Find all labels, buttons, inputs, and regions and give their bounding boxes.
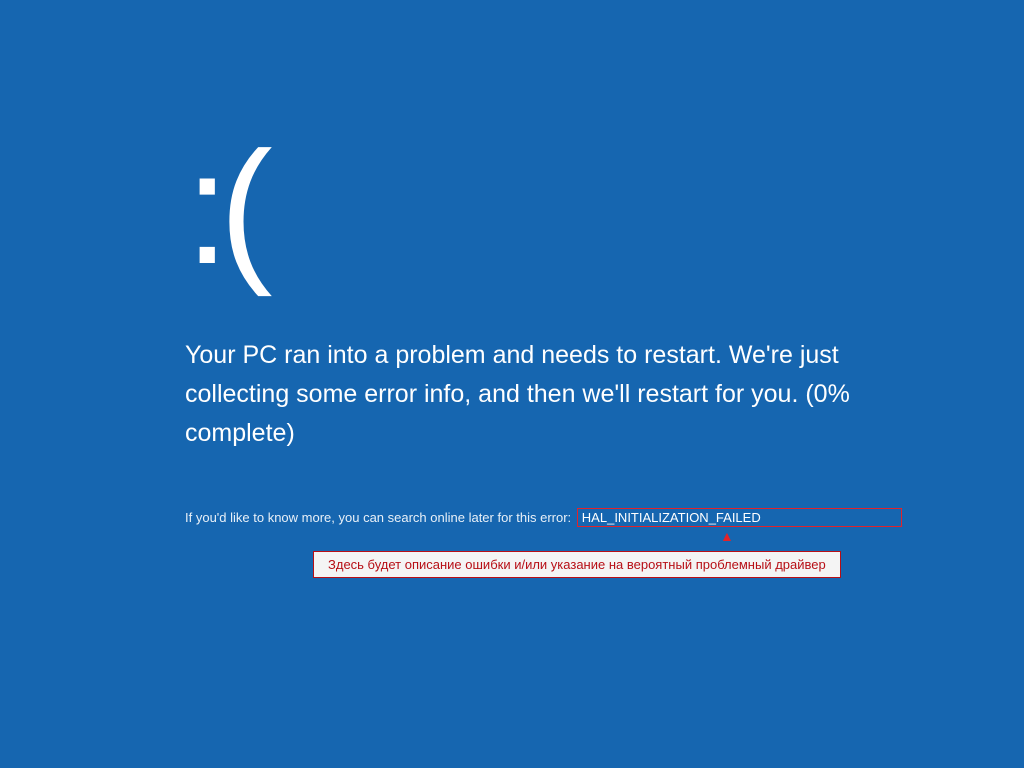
- error-detail-prefix: If you'd like to know more, you can sear…: [185, 510, 571, 525]
- error-code-highlight: HAL_INITIALIZATION_FAILED: [577, 508, 902, 527]
- annotation-arrow-icon: ▲: [720, 529, 734, 543]
- error-detail-line: If you'd like to know more, you can sear…: [185, 508, 1024, 527]
- bsod-screen: :( Your PC ran into a problem and needs …: [0, 0, 1024, 768]
- sad-face-emoticon: :(: [185, 128, 1024, 288]
- error-message: Your PC ran into a problem and needs to …: [185, 336, 945, 452]
- annotation-callout: Здесь будет описание ошибки и/или указан…: [313, 551, 841, 578]
